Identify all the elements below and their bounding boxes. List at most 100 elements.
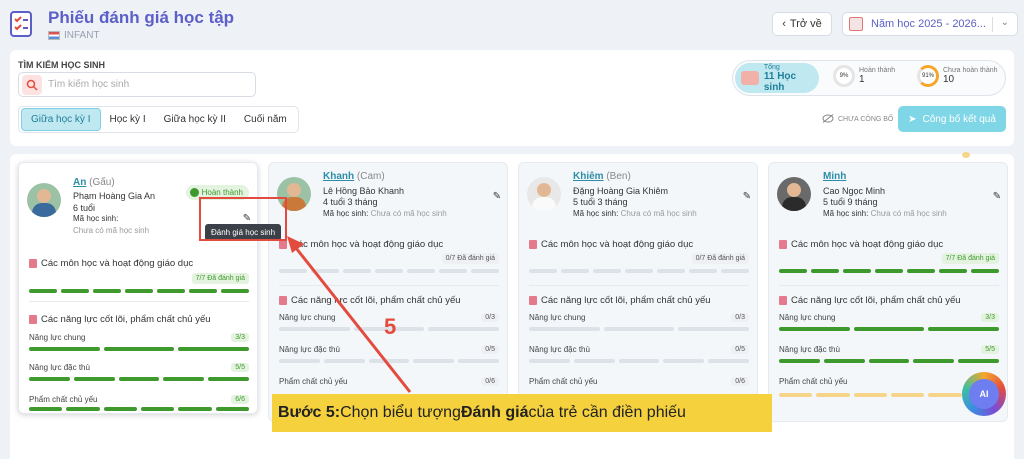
ai-assistant-button[interactable]: AI xyxy=(962,372,1006,416)
general-progress xyxy=(779,327,1000,331)
section-subjects: Các môn học và hoạt động giáo dục xyxy=(779,239,943,250)
qualities-label: Phẩm chất chủ yếu xyxy=(779,377,848,386)
publish-status: CHƯA CÔNG BỐ xyxy=(822,114,893,125)
edit-icon[interactable]: ✎ xyxy=(991,191,1003,203)
select-divider xyxy=(992,17,993,32)
specific-label: Năng lực đặc thù xyxy=(779,345,840,354)
student-nickname: Minh xyxy=(823,171,846,182)
publish-status-text: CHƯA CÔNG BỐ xyxy=(838,116,894,123)
subjects-progress xyxy=(779,269,999,273)
student-name-link[interactable]: Khanh xyxy=(323,171,354,182)
book-icon xyxy=(29,315,37,324)
school-year-select[interactable]: Năm học 2025 - 2026... ⌄ xyxy=(842,12,1018,36)
stat-pending-label: Chưa hoàn thành xyxy=(943,67,998,74)
student-code-value: Chưa có mã học sinh xyxy=(73,226,150,235)
stat-total-value: 11 Học sinh xyxy=(763,70,797,93)
subjects-count: 7/7 Đã đánh giá xyxy=(191,273,249,284)
step-caption: Bước 5: Chọn biểu tượng Đánh giá của trẻ… xyxy=(272,394,772,432)
search-box[interactable] xyxy=(18,72,256,97)
student-name-link[interactable]: An xyxy=(73,177,86,188)
stat-total-label: Tổng xyxy=(763,63,780,71)
qualities-count: 6/6 xyxy=(231,395,249,404)
decoration-dot xyxy=(962,152,970,158)
students-icon xyxy=(741,71,759,85)
section-competencies: Các năng lực cốt lõi, phẩm chất chủ yếu xyxy=(29,314,211,325)
specific-progress xyxy=(279,359,499,363)
stat-pending: 91% Chưa hoàn thành 10 xyxy=(917,65,998,87)
done-progress-ring: 9% xyxy=(833,65,855,87)
eye-off-icon xyxy=(822,114,834,125)
tab-mid-term-2[interactable]: Giữa học kỳ II xyxy=(155,109,235,130)
student-nickname: Khiêm (Ben) xyxy=(573,171,631,182)
back-button[interactable]: ‹ Trở về xyxy=(772,12,832,36)
specific-count: 5/5 xyxy=(231,363,249,372)
specific-progress xyxy=(529,359,749,363)
general-label: Năng lực chung xyxy=(279,313,336,322)
term-tabs: Giữa học kỳ I Học kỳ I Giữa học kỳ II Cu… xyxy=(18,106,299,133)
checklist-icon xyxy=(10,11,32,37)
book-icon xyxy=(529,296,537,305)
section-subjects: Các môn học và hoạt động giáo dục xyxy=(29,258,193,269)
section-competencies: Các năng lực cốt lõi, phẩm chất chủ yếu xyxy=(279,295,461,306)
avatar xyxy=(27,183,61,217)
subjects-count: 0/7 Đã đánh giá xyxy=(441,253,499,264)
student-age: 5 tuổi 9 tháng xyxy=(823,197,878,207)
stat-done-label: Hoàn thành xyxy=(859,67,896,74)
student-code: Mã học sinh: Chưa có mã học sinh xyxy=(823,209,947,218)
tab-term-1[interactable]: Học kỳ I xyxy=(101,109,155,130)
general-label: Năng lực chung xyxy=(779,313,836,322)
book-icon xyxy=(779,240,787,249)
student-name-link[interactable]: Khiêm xyxy=(573,171,604,182)
back-button-label: Trở về xyxy=(789,18,822,30)
student-fullname: Lê Hồng Bảo Khanh xyxy=(323,186,405,196)
pending-progress-ring: 91% xyxy=(917,65,939,87)
student-age: 4 tuổi 3 tháng xyxy=(323,197,378,207)
page-header: Phiếu đánh giá học tập INFANT ‹ Trở về N… xyxy=(0,0,1024,46)
specific-progress xyxy=(29,377,249,381)
subjects-progress xyxy=(279,269,499,273)
school-year-value: Năm học 2025 - 2026... xyxy=(871,18,986,30)
general-progress xyxy=(529,327,750,331)
student-code: Mã học sinh: xyxy=(73,214,119,223)
section-competencies: Các năng lực cốt lõi, phẩm chất chủ yếu xyxy=(779,295,961,306)
subjects-progress xyxy=(529,269,749,273)
send-icon: ➤ xyxy=(908,113,917,125)
qualities-label: Phẩm chất chủ yếu xyxy=(529,377,598,386)
chevron-down-icon: ⌄ xyxy=(1000,17,1009,28)
student-nickname: Khanh (Cam) xyxy=(323,171,385,182)
page-title: Phiếu đánh giá học tập xyxy=(48,8,235,27)
general-count: 0/3 xyxy=(481,313,499,322)
section-subjects: Các môn học và hoạt động giáo dục xyxy=(529,239,693,250)
chevron-left-icon: ‹ xyxy=(782,18,786,30)
edit-icon[interactable]: ✎ xyxy=(491,191,503,203)
subjects-count: 0/7 Đã đánh giá xyxy=(691,253,749,264)
student-code: Mã học sinh: Chưa có mã học sinh xyxy=(323,209,447,218)
book-icon xyxy=(779,296,787,305)
student-name-link[interactable]: Minh xyxy=(823,171,846,182)
search-input[interactable] xyxy=(48,79,248,90)
search-label: TÌM KIẾM HỌC SINH xyxy=(18,60,105,70)
highlight-box xyxy=(199,197,287,241)
qualities-label: Phẩm chất chủ yếu xyxy=(29,395,98,404)
specific-progress xyxy=(779,359,999,363)
specific-count: 0/5 xyxy=(731,345,749,354)
book-icon xyxy=(529,240,537,249)
avatar xyxy=(527,177,561,211)
subjects-count: 7/7 Đã đánh giá xyxy=(941,253,999,264)
general-count: 0/3 xyxy=(731,313,749,322)
specific-count: 0/5 xyxy=(481,345,499,354)
tab-mid-term-1[interactable]: Giữa học kỳ I xyxy=(21,108,101,131)
specific-label: Năng lực đặc thù xyxy=(529,345,590,354)
student-age: 5 tuổi 3 tháng xyxy=(573,197,628,207)
general-label: Năng lực chung xyxy=(29,333,86,342)
class-icon xyxy=(48,31,60,40)
student-nickname: An (Gấu) xyxy=(73,177,115,188)
publish-results-button[interactable]: ➤ Công bố kết quả xyxy=(898,106,1006,132)
tab-end-of-year[interactable]: Cuối năm xyxy=(235,109,296,130)
student-age: 6 tuổi xyxy=(73,203,96,213)
general-count: 3/3 xyxy=(231,333,249,342)
edit-icon[interactable]: ✎ xyxy=(741,191,753,203)
publish-button-label: Công bố kết quả xyxy=(922,113,996,125)
stat-pending-value: 10 xyxy=(943,74,955,85)
student-fullname: Cao Ngọc Minh xyxy=(823,186,886,196)
